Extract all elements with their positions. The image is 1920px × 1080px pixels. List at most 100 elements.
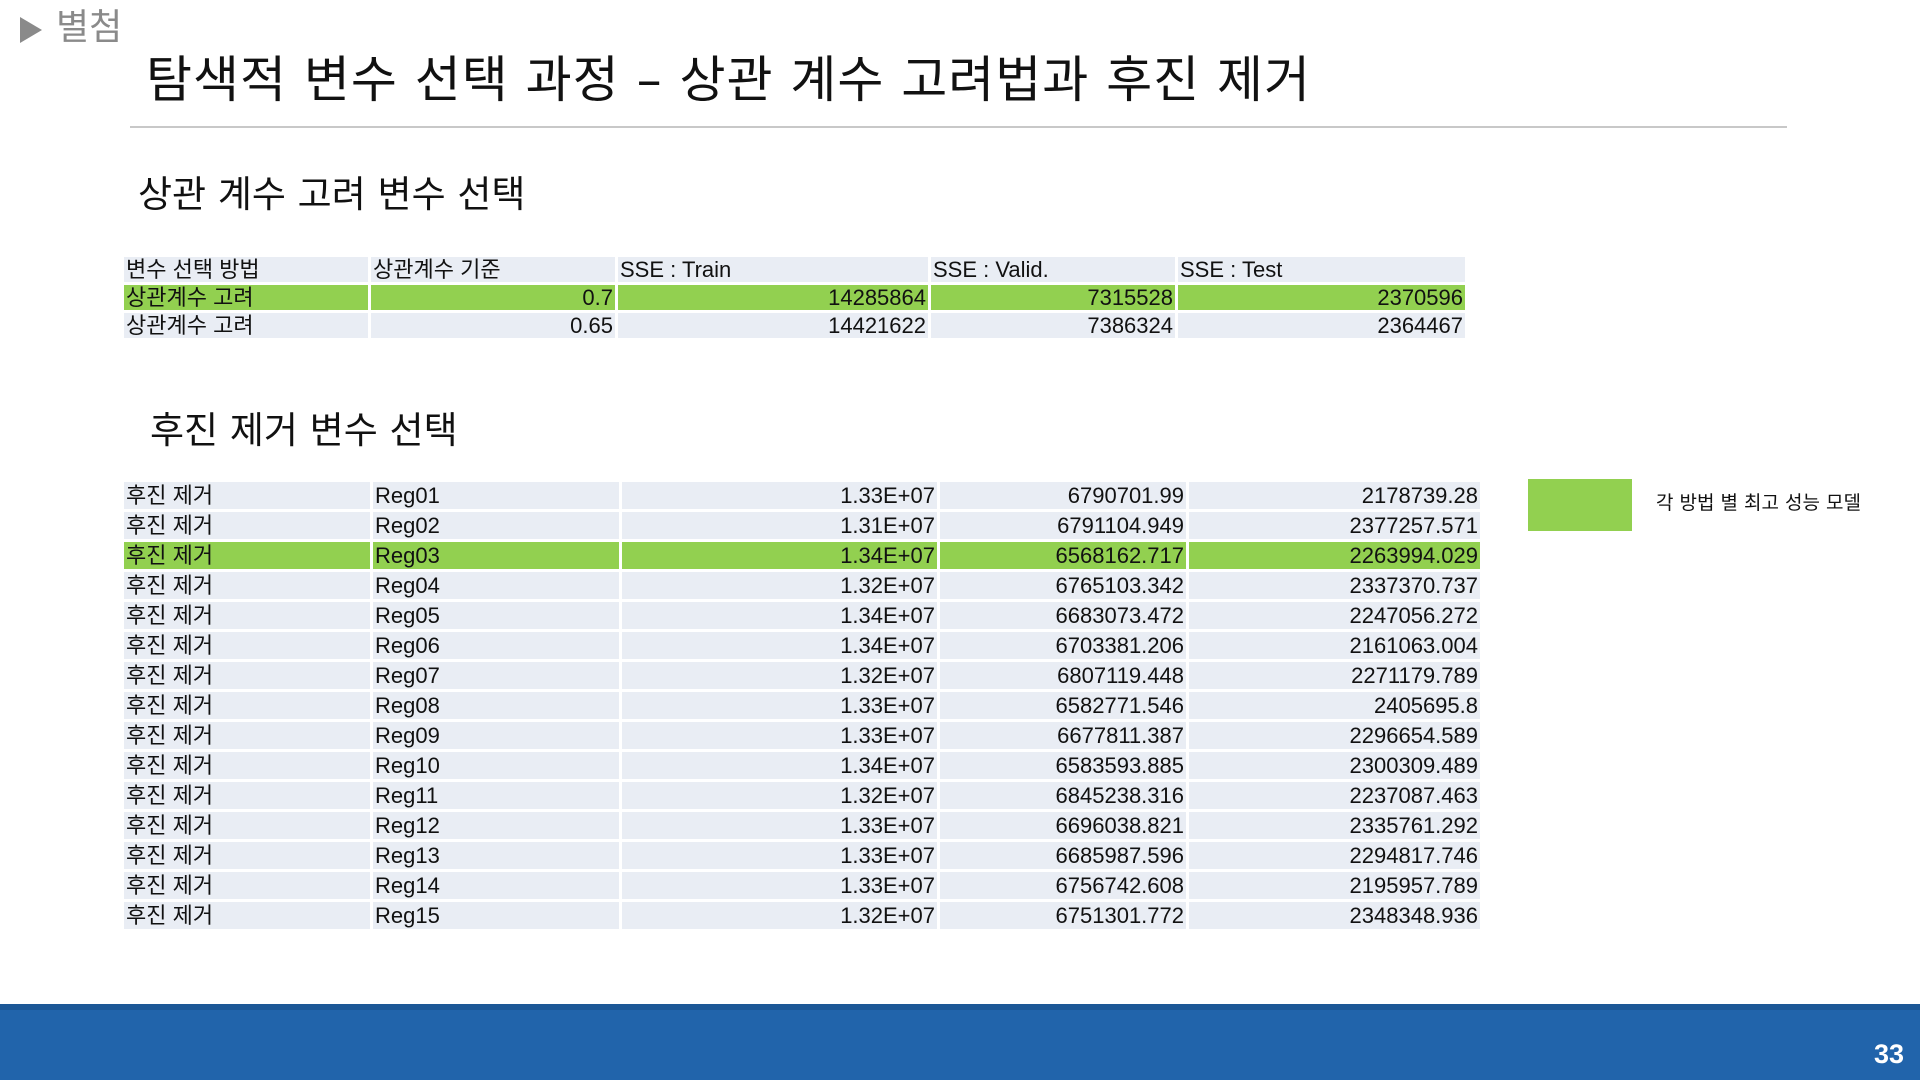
sse-test-cell: 2364467 (1178, 313, 1465, 338)
table-row: 후진 제거 Reg11 1.32E+07 6845238.316 2237087.463 (124, 782, 1480, 809)
sse-train-cell: 1.34E+07 (622, 632, 937, 659)
method-cell: 후진 제거 (124, 872, 370, 899)
sse-test-cell: 2405695.8 (1189, 692, 1480, 719)
sse-train-cell: 14285864 (618, 285, 928, 310)
sse-train-cell: 1.33E+07 (622, 692, 937, 719)
model-name-cell: Reg03 (373, 542, 619, 569)
sse-test-cell: 2337370.737 (1189, 572, 1480, 599)
sse-train-cell: 1.33E+07 (622, 842, 937, 869)
method-cell: 후진 제거 (124, 752, 370, 779)
section-title-backward: 후진 제거 변수 선택 (150, 409, 458, 452)
model-name-cell: Reg09 (373, 722, 619, 749)
sse-test-cell: 2335761.292 (1189, 812, 1480, 839)
model-name-cell: Reg14 (373, 872, 619, 899)
sse-test-cell: 2296654.589 (1189, 722, 1480, 749)
column-header: SSE : Valid. (931, 257, 1175, 282)
column-header: 변수 선택 방법 (124, 257, 368, 282)
method-cell: 후진 제거 (124, 692, 370, 719)
threshold-cell: 0.7 (371, 285, 615, 310)
sse-train-cell: 1.34E+07 (622, 602, 937, 629)
table-row: 후진 제거 Reg06 1.34E+07 6703381.206 2161063.004 (124, 632, 1480, 659)
sse-valid-cell: 6696038.821 (940, 812, 1186, 839)
method-cell: 상관계수 고려 (124, 285, 368, 310)
table-row: 상관계수 고려 0.7 14285864 7315528 2370596 (124, 285, 1465, 310)
legend-label: 각 방법 별 최고 성능 모델 (1656, 492, 1861, 514)
model-name-cell: Reg07 (373, 662, 619, 689)
sse-valid-cell: 6845238.316 (940, 782, 1186, 809)
sse-train-cell: 1.33E+07 (622, 812, 937, 839)
method-cell: 후진 제거 (124, 722, 370, 749)
sse-train-cell: 1.33E+07 (622, 482, 937, 509)
method-cell: 후진 제거 (124, 782, 370, 809)
sse-train-cell: 14421622 (618, 313, 928, 338)
sse-train-cell: 1.33E+07 (622, 722, 937, 749)
model-name-cell: Reg01 (373, 482, 619, 509)
sse-valid-cell: 6683073.472 (940, 602, 1186, 629)
sse-test-cell: 2247056.272 (1189, 602, 1480, 629)
model-name-cell: Reg02 (373, 512, 619, 539)
table-row: 후진 제거 Reg01 1.33E+07 6790701.99 2178739.28 (124, 482, 1480, 509)
method-cell: 후진 제거 (124, 542, 370, 569)
model-name-cell: Reg08 (373, 692, 619, 719)
sse-valid-cell: 6765103.342 (940, 572, 1186, 599)
model-name-cell: Reg06 (373, 632, 619, 659)
sse-valid-cell: 6756742.608 (940, 872, 1186, 899)
title-divider (130, 126, 1787, 128)
sse-valid-cell: 6751301.772 (940, 902, 1186, 929)
sse-valid-cell: 6568162.717 (940, 542, 1186, 569)
table-row: 후진 제거 Reg04 1.32E+07 6765103.342 2337370.737 (124, 572, 1480, 599)
sse-test-cell: 2348348.936 (1189, 902, 1480, 929)
sse-test-cell: 2178739.28 (1189, 482, 1480, 509)
threshold-cell: 0.65 (371, 313, 615, 338)
legend-swatch (1528, 479, 1632, 531)
sse-test-cell: 2370596 (1178, 285, 1465, 310)
play-arrow-icon (20, 17, 42, 43)
table-row: 상관계수 고려 0.65 14421622 7386324 2364467 (124, 313, 1465, 338)
sse-train-cell: 1.33E+07 (622, 872, 937, 899)
model-name-cell: Reg10 (373, 752, 619, 779)
column-header: SSE : Train (618, 257, 928, 282)
table-row: 후진 제거 Reg02 1.31E+07 6791104.949 2377257.571 (124, 512, 1480, 539)
sse-train-cell: 1.34E+07 (622, 542, 937, 569)
model-name-cell: Reg15 (373, 902, 619, 929)
sse-test-cell: 2195957.789 (1189, 872, 1480, 899)
page-title: 탐색적 변수 선택 과정 – 상관 계수 고려법과 후진 제거 (146, 51, 1312, 109)
table-row: 후진 제거 Reg08 1.33E+07 6582771.546 2405695.8 (124, 692, 1480, 719)
sse-test-cell: 2263994.029 (1189, 542, 1480, 569)
appendix-tag-label: 별첨 (56, 7, 123, 48)
table-header-row: 변수 선택 방법 상관계수 기준 SSE : Train SSE : Valid… (124, 257, 1465, 282)
sse-test-cell: 2271179.789 (1189, 662, 1480, 689)
sse-valid-cell: 6807119.448 (940, 662, 1186, 689)
table-row: 후진 제거 Reg15 1.32E+07 6751301.772 2348348.936 (124, 902, 1480, 929)
model-name-cell: Reg13 (373, 842, 619, 869)
sse-train-cell: 1.32E+07 (622, 902, 937, 929)
method-cell: 후진 제거 (124, 812, 370, 839)
appendix-tag: 별첨 (20, 6, 122, 50)
sse-valid-cell: 6677811.387 (940, 722, 1186, 749)
column-header: SSE : Test (1178, 257, 1465, 282)
table-row: 후진 제거 Reg03 1.34E+07 6568162.717 2263994.029 (124, 542, 1480, 569)
sse-valid-cell: 6685987.596 (940, 842, 1186, 869)
method-cell: 상관계수 고려 (124, 313, 368, 338)
sse-valid-cell: 7315528 (931, 285, 1175, 310)
method-cell: 후진 제거 (124, 842, 370, 869)
sse-test-cell: 2237087.463 (1189, 782, 1480, 809)
model-name-cell: Reg11 (373, 782, 619, 809)
sse-test-cell: 2377257.571 (1189, 512, 1480, 539)
sse-test-cell: 2294817.746 (1189, 842, 1480, 869)
model-name-cell: Reg04 (373, 572, 619, 599)
sse-valid-cell: 6582771.546 (940, 692, 1186, 719)
column-header: 상관계수 기준 (371, 257, 615, 282)
backward-elimination-table: 후진 제거 Reg01 1.33E+07 6790701.99 2178739.28 후진… (121, 479, 1483, 932)
table-row: 후진 제거 Reg13 1.33E+07 6685987.596 2294817.746 (124, 842, 1480, 869)
slide: 별첨 탐색적 변수 선택 과정 – 상관 계수 고려법과 후진 제거 상관 계수… (0, 0, 1920, 1080)
sse-test-cell: 2300309.489 (1189, 752, 1480, 779)
table-row: 후진 제거 Reg05 1.34E+07 6683073.472 2247056.272 (124, 602, 1480, 629)
method-cell: 후진 제거 (124, 482, 370, 509)
page-number: 33 (1873, 1039, 1904, 1069)
table-row: 후진 제거 Reg14 1.33E+07 6756742.608 2195957.789 (124, 872, 1480, 899)
method-cell: 후진 제거 (124, 632, 370, 659)
method-cell: 후진 제거 (124, 512, 370, 539)
sse-valid-cell: 6790701.99 (940, 482, 1186, 509)
sse-test-cell: 2161063.004 (1189, 632, 1480, 659)
